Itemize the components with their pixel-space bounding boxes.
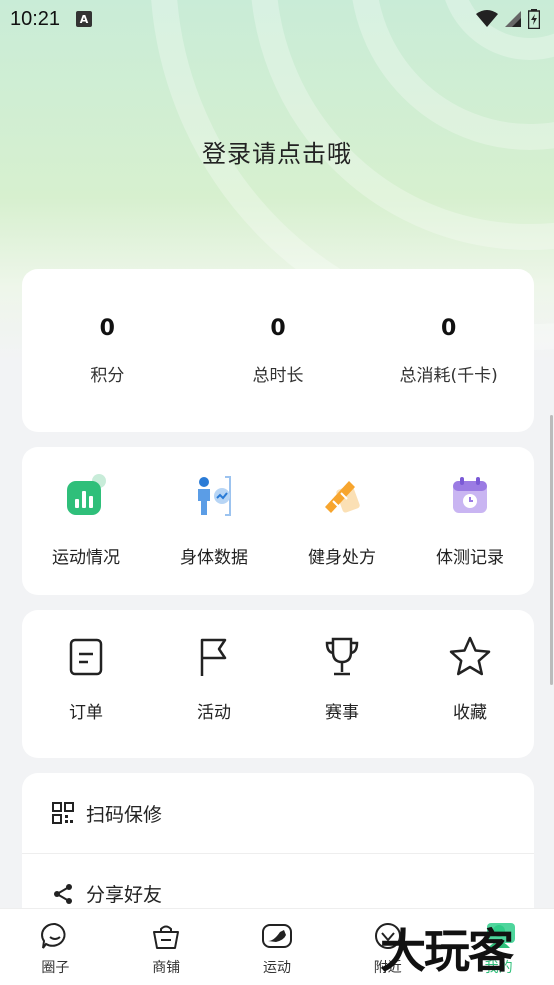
menu-label: 赛事 <box>325 703 359 723</box>
feature-exercise-status[interactable]: 运动情况 <box>22 447 150 595</box>
menu-label: 活动 <box>197 703 231 723</box>
star-icon <box>449 636 491 676</box>
tab-sport[interactable]: 运动 <box>222 909 333 985</box>
notification-a-icon: A <box>76 11 93 27</box>
tab-label: 圈子 <box>41 960 70 976</box>
body-data-icon <box>198 476 231 516</box>
calendar-clock-icon <box>453 477 487 513</box>
menu-activities[interactable]: 活动 <box>150 610 278 758</box>
login-prompt[interactable]: 登录请点击哦 <box>0 134 554 169</box>
feature-fitness-prescription[interactable]: 健身处方 <box>278 447 406 595</box>
flag-icon <box>200 638 227 676</box>
tab-shop[interactable]: 商铺 <box>111 909 222 985</box>
feature-label: 健身处方 <box>308 548 376 568</box>
list-item-label: 分享好友 <box>86 884 163 906</box>
chat-bubble-icon <box>41 922 66 949</box>
stat-value: 0 <box>441 316 457 341</box>
stat-label: 积分 <box>90 366 125 386</box>
stat-label: 总消耗(千卡) <box>399 366 498 386</box>
feature-test-records[interactable]: 体测记录 <box>406 447 534 595</box>
sneaker-icon <box>261 924 292 948</box>
qr-code-icon <box>52 802 74 824</box>
status-time: 10:21 <box>10 7 61 30</box>
prescription-icon <box>325 481 360 513</box>
menu-orders[interactable]: 订单 <box>22 610 150 758</box>
feature-body-data[interactable]: 身体数据 <box>150 447 278 595</box>
feature-label: 运动情况 <box>52 548 120 568</box>
battery-icon <box>528 9 540 29</box>
list-item-label: 扫码保修 <box>86 803 163 826</box>
order-icon <box>69 638 103 676</box>
menu-label: 订单 <box>69 703 103 723</box>
bar-chart-icon <box>67 474 106 515</box>
stat-points[interactable]: 0 积分 <box>22 269 193 432</box>
wifi-icon <box>476 10 498 27</box>
watermark-logo: 大玩客 <box>380 924 514 978</box>
menu-label: 收藏 <box>453 703 487 723</box>
trophy-icon <box>325 637 359 676</box>
scrollbar[interactable] <box>550 415 553 685</box>
stat-value: 0 <box>99 316 115 341</box>
status-bar: 10:21 A <box>0 0 554 38</box>
features-card: 运动情况 身体数据 健身处方 体测记录 <box>22 447 534 595</box>
orders-card: 订单 活动 赛事 收藏 <box>22 610 534 758</box>
stat-value: 0 <box>270 316 286 341</box>
menu-favorites[interactable]: 收藏 <box>406 610 534 758</box>
shop-basket-icon <box>153 925 180 949</box>
signal-icon <box>505 11 521 27</box>
stat-total-time[interactable]: 0 总时长 <box>193 269 364 432</box>
share-icon <box>54 883 72 904</box>
stats-card: 0 积分 0 总时长 0 总消耗(千卡) <box>22 269 534 432</box>
list-item-scan-repair[interactable]: 扫码保修 <box>22 773 534 853</box>
menu-events[interactable]: 赛事 <box>278 610 406 758</box>
stat-calories[interactable]: 0 总消耗(千卡) <box>363 269 534 432</box>
tab-label: 运动 <box>262 960 291 976</box>
tab-label: 商铺 <box>152 960 181 976</box>
feature-label: 身体数据 <box>180 548 248 568</box>
tab-circle[interactable]: 圈子 <box>0 909 111 985</box>
feature-label: 体测记录 <box>436 548 504 568</box>
stat-label: 总时长 <box>252 366 304 386</box>
